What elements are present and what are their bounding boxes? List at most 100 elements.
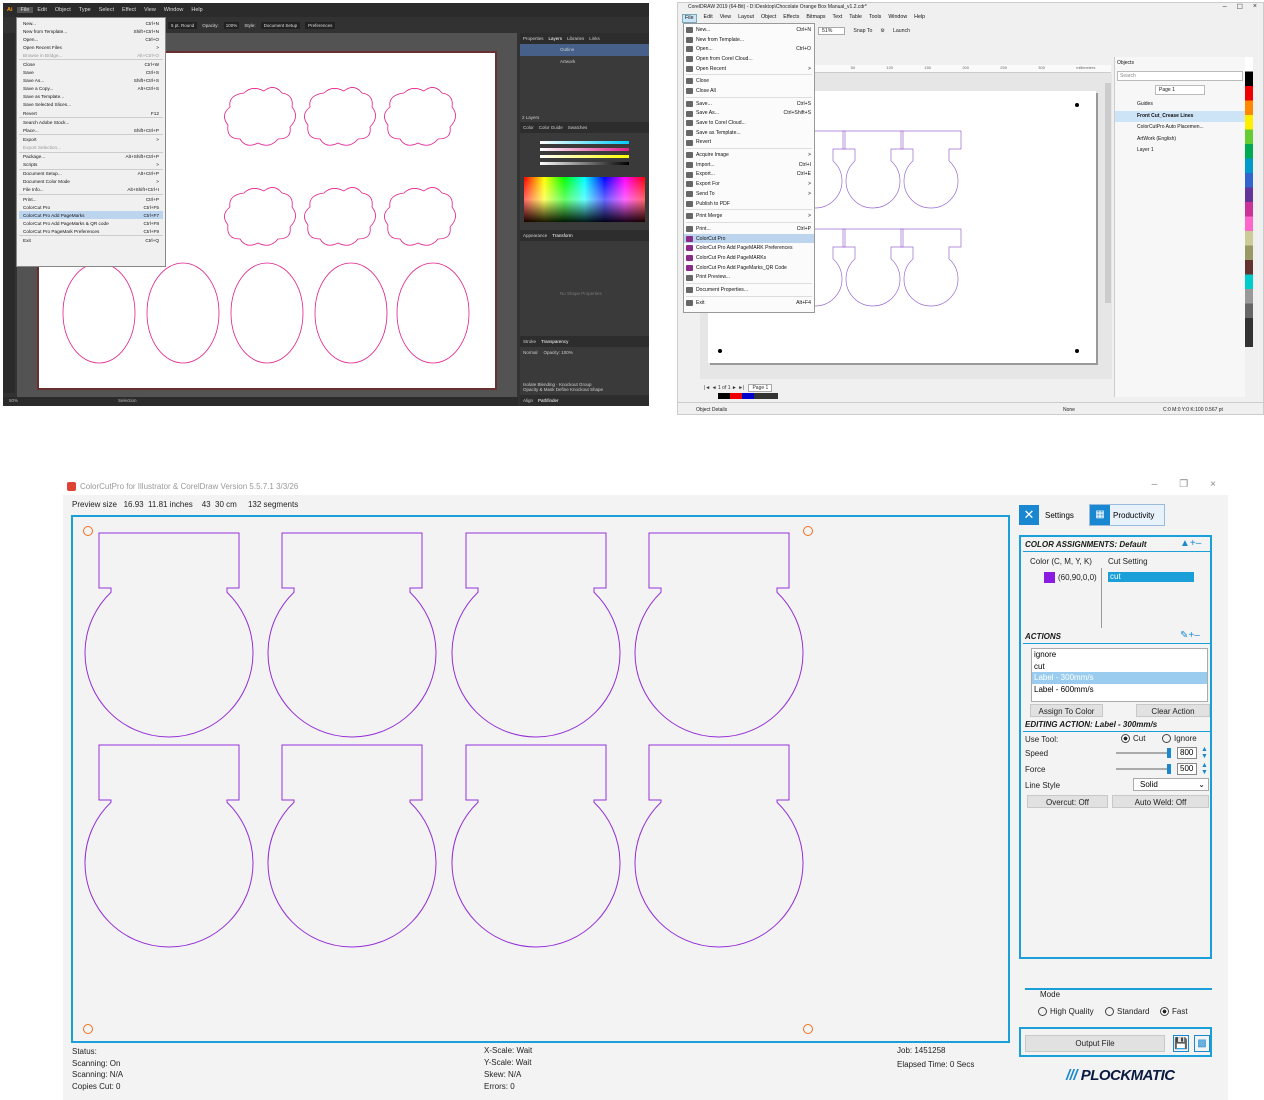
ai-menu-item[interactable]: Scripts > xyxy=(19,161,163,169)
ai-menu-item[interactable]: ColorCut Pro Add PageMarks Ctrl+F7 xyxy=(19,211,163,220)
cd-menu-item[interactable]: Print... Ctrl+P xyxy=(684,224,814,234)
mode-fast-radio[interactable]: Fast xyxy=(1160,1007,1188,1017)
ai-tab-layers[interactable]: Layers xyxy=(549,36,563,41)
ai-tab-appearance[interactable]: Appearance xyxy=(523,233,547,238)
cd-menu-object[interactable]: Object xyxy=(761,14,776,23)
clear-action-button[interactable]: Clear Action xyxy=(1136,704,1210,717)
ai-stroke-profile[interactable]: 5 pt. Round xyxy=(168,21,198,29)
cd-layer-item[interactable]: ArtWork (English) xyxy=(1115,134,1245,146)
ai-menu-item[interactable]: Save Selected Slices... xyxy=(19,101,163,109)
ai-menu-effect[interactable]: Effect xyxy=(118,7,140,13)
cd-menu-item[interactable]: ColorCut Pro Add PageMARK Preferences xyxy=(684,243,814,253)
ai-tab-color[interactable]: Color xyxy=(523,125,534,130)
cd-menu-help[interactable]: Help xyxy=(914,14,925,23)
cd-menu-item[interactable]: Revert xyxy=(684,138,814,148)
ai-menu-item[interactable]: Save a Copy... Alt+Ctrl+S xyxy=(19,85,163,93)
ai-blend-mode[interactable]: Normal xyxy=(523,350,538,355)
cd-vertical-scrollbar[interactable] xyxy=(1105,83,1111,303)
ai-tab-transparency[interactable]: Transparency xyxy=(541,339,568,344)
actions-edit-controls[interactable]: ✎+– xyxy=(1180,630,1200,641)
ai-menu-type[interactable]: Type xyxy=(75,7,95,13)
cd-menu-item[interactable]: Export... Ctrl+E xyxy=(684,170,814,180)
ai-menu-item[interactable]: Place... Shift+Ctrl+P xyxy=(19,126,163,134)
ai-transparency-opacity[interactable]: Opacity: 100% xyxy=(544,350,573,355)
mode-standard-radio[interactable]: Standard xyxy=(1105,1007,1149,1017)
cd-layer-item[interactable]: Layer 1 xyxy=(1115,145,1245,157)
action-item[interactable]: cut xyxy=(1032,661,1207,673)
cd-menu-layout[interactable]: Layout xyxy=(738,14,754,23)
cd-menu-item[interactable]: Open... Ctrl+O xyxy=(684,44,814,54)
ai-menu-item[interactable]: Print... Ctrl+P xyxy=(19,195,163,203)
cd-menu-item[interactable]: Export For > xyxy=(684,179,814,189)
ai-tab-color-guide[interactable]: Color Guide xyxy=(539,125,563,130)
speed-slider-handle[interactable] xyxy=(1167,748,1171,758)
mode-high-quality-radio[interactable]: High Quality xyxy=(1038,1007,1094,1017)
restore-icon[interactable]: ❐ xyxy=(1179,479,1188,490)
ai-menu-item[interactable]: Exit Ctrl+Q xyxy=(19,236,163,244)
cd-menu-item[interactable]: ColorCut Pro Add PageMARKs xyxy=(684,253,814,263)
ai-menu-item[interactable]: New... Ctrl+N xyxy=(19,19,163,27)
ai-menu-view[interactable]: View xyxy=(140,7,160,13)
cd-menu-item[interactable]: ColorCut Pro xyxy=(684,233,814,244)
ai-preferences-button[interactable]: Preferences xyxy=(305,21,336,29)
speed-slider[interactable] xyxy=(1116,748,1171,758)
ai-menu-item[interactable]: Package... Alt+Shift+Ctrl+P xyxy=(19,153,163,161)
cd-menu-item[interactable]: Save... Ctrl+S xyxy=(684,99,814,109)
cd-menu-item[interactable]: Save as Template... xyxy=(684,128,814,138)
ai-menu-item[interactable]: New from Template... Shift+Ctrl+N xyxy=(19,27,163,35)
ai-menu-item[interactable]: Save as Template... xyxy=(19,93,163,101)
tool-ignore-radio[interactable]: Ignore xyxy=(1162,734,1197,744)
ai-menu-item[interactable]: Open Recent Files > xyxy=(19,43,163,51)
cd-layer-item[interactable]: Guides xyxy=(1115,99,1245,111)
action-item[interactable]: Label - 300mm/s xyxy=(1032,672,1207,684)
ai-menu-object[interactable]: Object xyxy=(51,7,75,13)
cd-menu-item[interactable]: Save to Corel Cloud... xyxy=(684,118,814,128)
ai-menu-item[interactable]: Export Selection... xyxy=(19,143,163,151)
ai-tab-align[interactable]: Align xyxy=(523,398,533,403)
ai-slider[interactable] xyxy=(540,148,629,151)
ai-menu-item[interactable]: ColorCut Pro PageMark Preferences Ctrl+F9 xyxy=(19,227,163,235)
cd-menu-item[interactable]: Close xyxy=(684,76,814,86)
speed-spinner-icon[interactable]: ▲ ▼ xyxy=(1201,746,1208,760)
auto-weld-button[interactable]: Auto Weld: Off xyxy=(1112,795,1209,808)
ai-menu-item[interactable]: Save Ctrl+S xyxy=(19,69,163,77)
ai-menu-help[interactable]: Help xyxy=(187,7,206,13)
close-icon[interactable]: × xyxy=(1253,3,1257,11)
ai-slider[interactable] xyxy=(540,141,629,144)
cd-launch[interactable]: Launch xyxy=(893,28,910,34)
ai-menu-item[interactable]: Save As... Shift+Ctrl+S xyxy=(19,77,163,85)
cd-menu-item[interactable]: Close All xyxy=(684,86,814,96)
ai-slider[interactable] xyxy=(540,155,629,158)
force-slider[interactable] xyxy=(1116,764,1171,774)
ai-menu-item[interactable]: Close Ctrl+W xyxy=(19,60,163,68)
ai-menu-item[interactable]: Search Adobe Stock... xyxy=(19,118,163,126)
ai-tab-stroke[interactable]: Stroke xyxy=(523,339,536,344)
line-style-select[interactable]: Solid ⌄ xyxy=(1133,778,1209,791)
action-item[interactable]: Label - 600mm/s xyxy=(1032,684,1207,696)
maximize-icon[interactable]: ☐ xyxy=(1237,3,1243,11)
cd-page-select[interactable]: Page 1 xyxy=(1155,85,1205,95)
qr-code-icon[interactable]: ▩ xyxy=(1194,1035,1210,1052)
minimize-icon[interactable]: – xyxy=(1223,3,1227,11)
minimize-icon[interactable]: – xyxy=(1152,479,1158,490)
cd-menu-item[interactable]: Save As... Ctrl+Shift+S xyxy=(684,109,814,119)
save-icon[interactable]: 💾 xyxy=(1173,1035,1189,1052)
productivity-button[interactable]: ▦ Productivity xyxy=(1089,504,1165,526)
cd-menu-edit[interactable]: Edit xyxy=(704,14,713,23)
ai-menu-window[interactable]: Window xyxy=(160,7,188,13)
tool-cut-radio[interactable]: Cut xyxy=(1121,734,1145,744)
cd-menu-bitmaps[interactable]: Bitmaps xyxy=(806,14,825,23)
cd-menu-item[interactable]: ColorCut Pro Add PageMarks_QR Code xyxy=(684,263,814,273)
ai-menu-item[interactable]: File Info... Alt+Shift+Ctrl+I xyxy=(19,186,163,194)
ai-opacity-mask-knockout[interactable]: Opacity & Mask Define Knockout Shape xyxy=(523,387,646,392)
cd-page-tab[interactable]: Page 1 xyxy=(748,383,773,392)
force-slider-handle[interactable] xyxy=(1167,764,1171,774)
ai-opacity-value[interactable]: 100% xyxy=(223,21,240,29)
cd-menu-window[interactable]: Window xyxy=(888,14,907,23)
cd-menu-file[interactable]: File xyxy=(682,14,697,23)
output-file-button[interactable]: Output File xyxy=(1025,1035,1165,1052)
ai-menu-item[interactable]: Export > xyxy=(19,135,163,143)
ai-menu-file[interactable]: File xyxy=(16,7,34,13)
cd-menu-item[interactable]: Print Preview... xyxy=(684,273,814,283)
ai-slider[interactable] xyxy=(540,162,629,165)
